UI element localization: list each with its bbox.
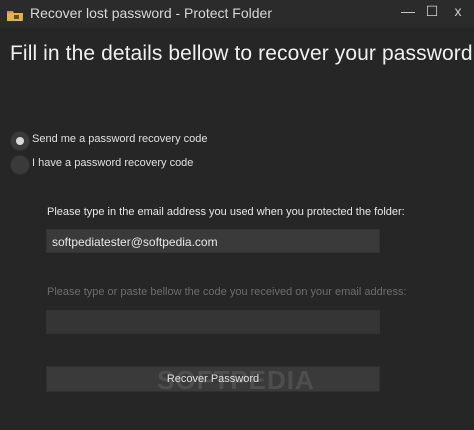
radio-have-code-label: I have a password recovery code [32,157,194,169]
radio-send-code-label: Send me a password recovery code [32,133,208,145]
recover-password-button[interactable]: Recover Password [46,366,380,392]
title-bar: Recover lost password - Protect Folder —… [0,0,474,28]
minimize-button[interactable]: — [396,0,420,24]
window-title: Recover lost password - Protect Folder [30,5,272,21]
radio-button-unselected[interactable] [10,155,30,175]
page-heading: Fill in the details bellow to recover yo… [10,42,473,65]
recovery-code-field[interactable] [46,310,380,334]
email-label: Please type in the email address you use… [47,206,405,218]
maximize-button[interactable]: ☐ [420,0,444,24]
folder-lock-icon [6,5,24,23]
email-field[interactable]: softpediatester@softpedia.com [46,229,380,253]
radio-button-selected[interactable] [10,131,30,151]
close-button[interactable]: x [446,0,470,24]
code-label: Please type or paste bellow the code you… [47,286,407,298]
